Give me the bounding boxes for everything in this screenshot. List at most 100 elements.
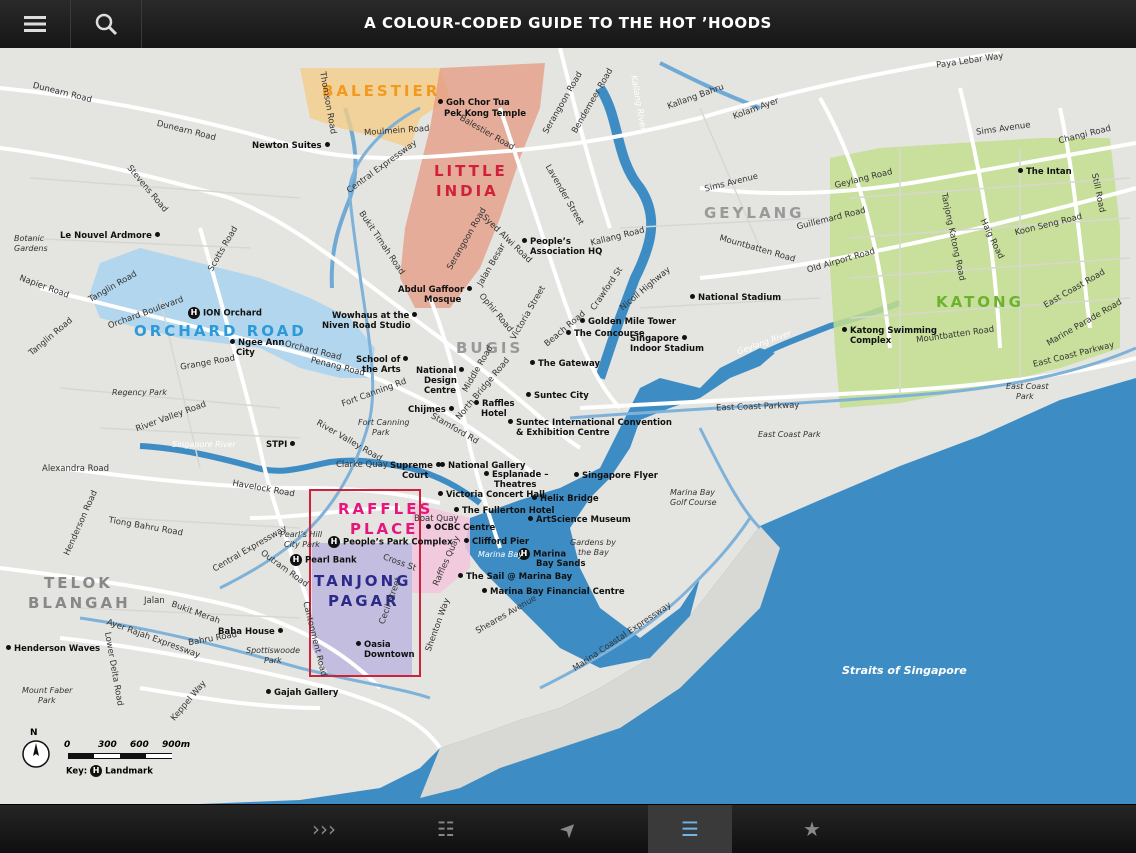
poi-newton-suites[interactable]: Newton Suites — [252, 141, 330, 151]
poi-peoples-assoc[interactable]: People’s — [522, 237, 571, 247]
park-gardens-bay: Gardens by — [570, 538, 616, 547]
poi-stpi[interactable]: STPI — [266, 440, 295, 450]
poi-victoria-hall[interactable]: Victoria Concert Hall — [438, 490, 545, 500]
park-gardens-bay-2: the Bay — [578, 548, 609, 557]
poi-school-arts[interactable]: School of — [356, 355, 408, 365]
hood-little-india-2[interactable]: INDIA — [436, 182, 499, 200]
poi-sail[interactable]: The Sail @ Marina Bay — [458, 572, 572, 582]
poi-ocbc[interactable]: OCBC Centre — [426, 523, 495, 533]
poi-abdul-gaffoor-2: Mosque — [424, 295, 462, 305]
poi-indoor-stadium[interactable]: Singapore — [630, 334, 687, 344]
poi-le-nouvel[interactable]: Le Nouvel Ardmore — [60, 231, 160, 241]
poi-golden-mile[interactable]: Golden Mile Tower — [580, 317, 676, 327]
tab-grid[interactable]: ☷ — [404, 805, 488, 853]
park-mount-faber-2: Park — [38, 696, 56, 705]
landmark-icon: H — [90, 765, 103, 777]
poi-ndc[interactable]: National — [416, 366, 464, 376]
key-legend: Key: H Landmark — [66, 765, 153, 777]
grid-icon: ☷ — [437, 817, 455, 841]
star-icon: ★ — [803, 817, 821, 841]
poi-ngee-ann[interactable]: Ngee Ann — [230, 338, 284, 348]
poi-suntec-cc-2: & Exhibition Centre — [516, 428, 610, 438]
park-botanic: Botanic — [14, 234, 45, 243]
tab-next[interactable]: ››› — [282, 805, 366, 853]
poi-national-stadium[interactable]: National Stadium — [690, 293, 781, 303]
poi-school-arts-2: the Arts — [362, 365, 401, 375]
poi-oasia-2: Downtown — [364, 650, 415, 660]
poi-mbfc[interactable]: Marina Bay Financial Centre — [482, 587, 625, 597]
poi-esplanade-2: Theatres — [494, 480, 537, 490]
poi-suntec-cc[interactable]: Suntec International Convention — [508, 418, 672, 428]
poi-henderson-waves[interactable]: Henderson Waves — [6, 644, 100, 654]
poi-wowhaus-2: Niven Road Studio — [322, 321, 411, 331]
scale-tick-0: 0 — [64, 740, 71, 750]
scale-tick-2: 600 — [130, 740, 149, 750]
tab-list[interactable]: ☰ — [648, 805, 732, 853]
poi-indoor-stadium-2: Indoor Stadium — [630, 344, 704, 354]
tab-navigate[interactable]: ➤ — [526, 805, 610, 853]
poi-the-gateway[interactable]: The Gateway — [530, 359, 600, 369]
navigation-arrow-icon: ➤ — [553, 814, 583, 844]
poi-clifford[interactable]: Clifford Pier — [464, 537, 529, 547]
map-scale-legend: N 0 300 600 900m Key: H Landmark — [20, 728, 210, 798]
poi-suntec-city[interactable]: Suntec City — [526, 391, 589, 401]
hood-katong[interactable]: KATONG — [936, 293, 1024, 311]
road-jalan: Jalan — [144, 596, 165, 606]
poi-esplanade[interactable]: Esplanade – — [484, 470, 548, 480]
tab-favourites[interactable]: ★ — [770, 805, 854, 853]
landmark-icon: H — [290, 554, 302, 566]
poi-ndc-2: Design — [424, 376, 457, 386]
park-ec-park: East Coast — [1006, 382, 1049, 391]
top-bar: A COLOUR-CODED GUIDE TO THE HOT ’HOODS — [0, 0, 1136, 49]
road-boat-quay: Boat Quay — [414, 514, 459, 524]
poi-oasia[interactable]: Oasia — [356, 640, 391, 650]
ecp-2 — [698, 427, 762, 530]
hood-telok-2[interactable]: BLANGAH — [28, 594, 131, 612]
poi-wowhaus[interactable]: Wowhaus at the — [332, 311, 417, 321]
poi-supreme-court-2: Court — [402, 471, 429, 481]
poi-supreme-court[interactable]: Supreme — [390, 461, 441, 471]
poi-mbs-2: Bay Sands — [536, 559, 586, 569]
park-spottiswoode-2: Park — [264, 656, 282, 665]
poi-chijmes[interactable]: Chijmes — [408, 405, 454, 415]
hood-geylang[interactable]: GEYLANG — [704, 204, 804, 222]
poi-ion-orchard[interactable]: H ION Orchard — [188, 307, 262, 319]
page-title: A COLOUR-CODED GUIDE TO THE HOT ’HOODS — [364, 14, 772, 32]
poi-pearl-bank[interactable]: H Pearl Bank — [290, 554, 357, 566]
park-regency: Regency Park — [112, 388, 167, 397]
poi-raffles-hotel[interactable]: Raffles — [474, 399, 515, 409]
landmark-icon: H — [188, 307, 200, 319]
poi-artscience[interactable]: ArtScience Museum — [528, 515, 631, 525]
park-ec-park-2: Park — [1016, 392, 1034, 401]
poi-the-intan[interactable]: The Intan — [1018, 167, 1072, 177]
park-botanic-2: Gardens — [14, 244, 48, 253]
poi-goh-chor-tua[interactable]: Goh Chor Tua — [438, 98, 510, 108]
park-mb-golf-2: Golf Course — [670, 498, 717, 507]
landmark-icon: H — [328, 536, 340, 548]
poi-abdul-gaffoor[interactable]: Abdul Gaffoor — [398, 285, 472, 295]
hood-balestier[interactable]: BALESTIER — [322, 82, 440, 100]
scale-tick-3: 900m — [162, 740, 191, 750]
road-clarke-quay: Clarke Quay — [336, 460, 388, 470]
park-pearls-hill: Pearl’s Hill — [280, 530, 323, 539]
park-mount-faber: Mount Faber — [22, 686, 73, 695]
north-arrow-icon — [22, 740, 50, 768]
poi-singapore-flyer[interactable]: Singapore Flyer — [574, 471, 658, 481]
neighbourhood-map[interactable]: BALESTIER LITTLE INDIA ORCHARD ROAD BUGI… — [0, 48, 1136, 804]
poi-ngee-ann-2: City — [236, 348, 255, 358]
poi-gajah[interactable]: Gajah Gallery — [266, 688, 338, 698]
poi-helix[interactable]: Helix Bridge — [532, 494, 599, 504]
hood-little-india-1[interactable]: LITTLE — [434, 162, 508, 180]
hood-telok-1[interactable]: TELOK — [44, 574, 113, 592]
scale-bar — [68, 753, 172, 759]
park-fort-canning-2: Park — [372, 428, 390, 437]
scale-tick-1: 300 — [98, 740, 117, 750]
north-label: N — [30, 728, 38, 738]
poi-goh-chor-tua-2: Pek Kong Temple — [444, 109, 527, 119]
poi-peoples-park[interactable]: H People’s Park Complex — [328, 536, 453, 548]
river-singapore: Singapore River — [172, 440, 236, 449]
park-fort-canning: Fort Canning — [358, 418, 410, 427]
park-pearls-hill-2: City Park — [284, 540, 320, 549]
poi-ndc-3: Centre — [424, 386, 457, 396]
road-alexandra: Alexandra Road — [42, 464, 110, 474]
